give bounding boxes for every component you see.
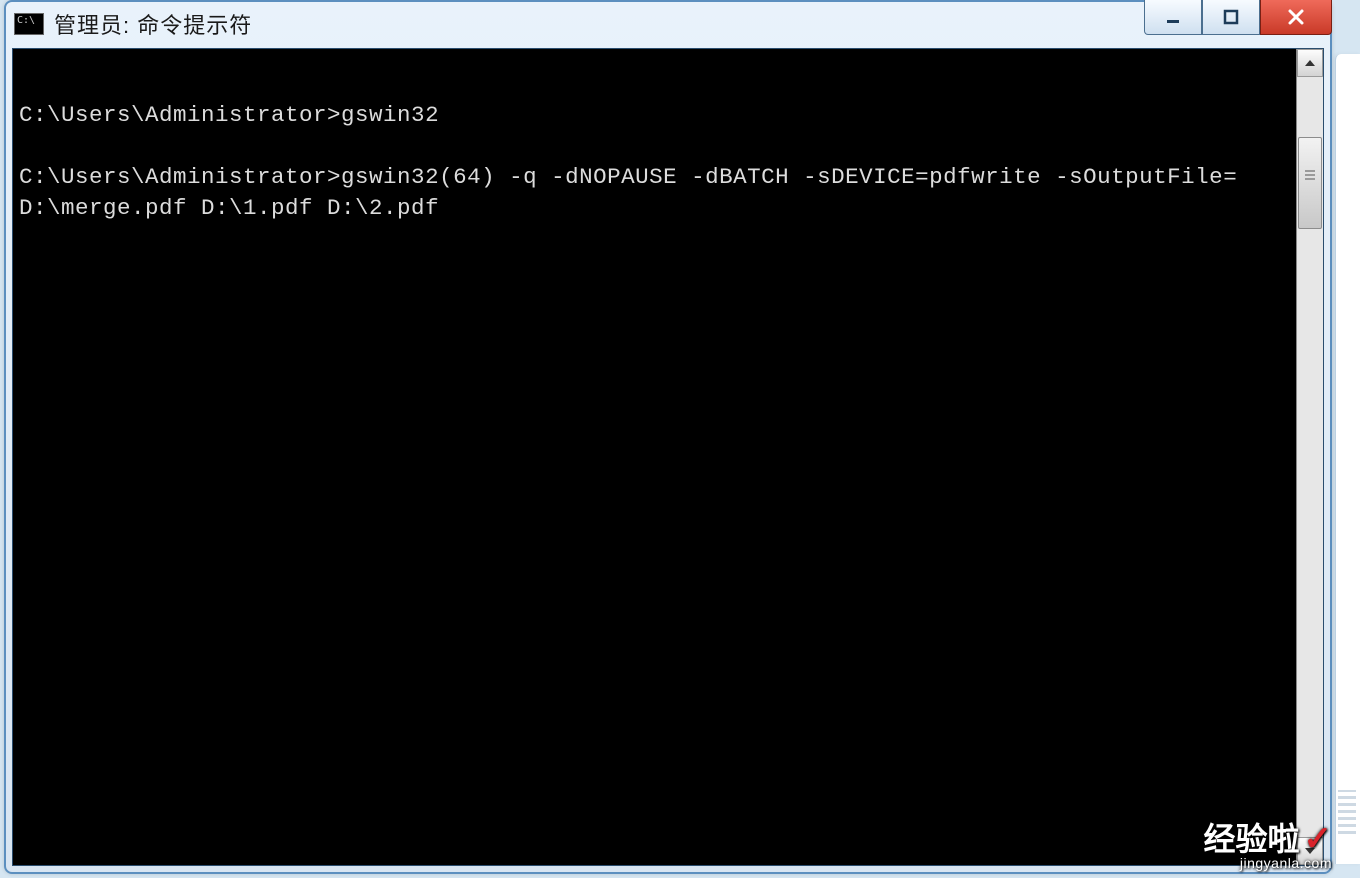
watermark-check-icon: ✓ — [1304, 820, 1333, 858]
close-button[interactable] — [1260, 0, 1332, 35]
window-titlebar[interactable]: 管理员: 命令提示符 — [6, 2, 1330, 46]
maximize-button[interactable] — [1202, 0, 1260, 35]
cmd-app-icon — [14, 13, 44, 35]
watermark-main: 经验啦 — [1203, 821, 1299, 857]
scrollbar-track[interactable] — [1297, 77, 1323, 837]
watermark: 经验啦✓ jingyanla.com — [1203, 822, 1332, 870]
watermark-sub: jingyanla.com — [1203, 856, 1332, 870]
background-page-edge — [1335, 54, 1360, 864]
resize-grip-icon — [1338, 790, 1356, 834]
command-prompt-window: 管理员: 命令提示符 C:\Users\Administrator>gswin3… — [4, 0, 1332, 874]
window-controls — [1144, 0, 1332, 35]
vertical-scrollbar[interactable] — [1296, 49, 1323, 865]
window-title: 管理员: 命令提示符 — [54, 8, 252, 40]
terminal-client-area: C:\Users\Administrator>gswin32 C:\Users\… — [12, 48, 1324, 866]
terminal-output[interactable]: C:\Users\Administrator>gswin32 C:\Users\… — [13, 72, 1296, 843]
minimize-button[interactable] — [1144, 0, 1202, 35]
scroll-up-button[interactable] — [1297, 49, 1323, 77]
scrollbar-thumb[interactable] — [1298, 137, 1322, 229]
